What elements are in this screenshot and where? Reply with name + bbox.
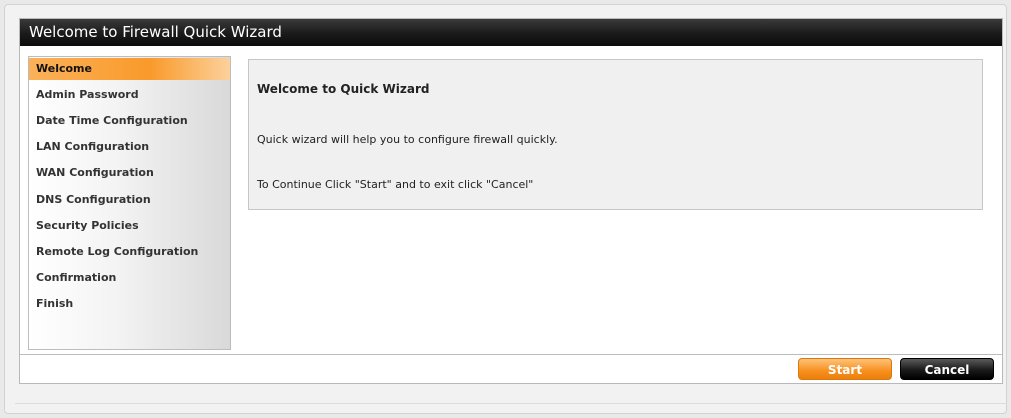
sidebar-item-remote-log-configuration[interactable]: Remote Log Configuration	[29, 241, 230, 263]
wizard-footer: Start Cancel	[20, 354, 1002, 383]
sidebar-item-date-time-configuration[interactable]: Date Time Configuration	[29, 110, 230, 132]
page-frame: Welcome to Firewall Quick Wizard Welcome…	[4, 4, 1007, 414]
sidebar-item-dns-configuration[interactable]: DNS Configuration	[29, 189, 230, 211]
sidebar-item-welcome[interactable]: Welcome	[29, 58, 230, 80]
wizard-title: Welcome to Firewall Quick Wizard	[20, 19, 1002, 46]
sidebar-item-finish[interactable]: Finish	[29, 293, 230, 315]
wizard-steps-sidebar: Welcome Admin Password Date Time Configu…	[28, 56, 231, 350]
panel-instructions: To Continue Click "Start" and to exit cl…	[257, 178, 534, 191]
start-button[interactable]: Start	[798, 358, 892, 380]
sidebar-item-confirmation[interactable]: Confirmation	[29, 267, 230, 289]
cancel-button[interactable]: Cancel	[900, 358, 994, 380]
panel-heading: Welcome to Quick Wizard	[257, 82, 430, 96]
divider	[15, 403, 1007, 404]
sidebar-item-wan-configuration[interactable]: WAN Configuration	[29, 162, 230, 184]
panel-description: Quick wizard will help you to configure …	[257, 133, 558, 146]
welcome-panel: Welcome to Quick Wizard Quick wizard wil…	[248, 59, 983, 210]
sidebar-item-admin-password[interactable]: Admin Password	[29, 84, 230, 106]
sidebar-item-security-policies[interactable]: Security Policies	[29, 215, 230, 237]
sidebar-item-lan-configuration[interactable]: LAN Configuration	[29, 136, 230, 158]
wizard-window: Welcome to Firewall Quick Wizard Welcome…	[19, 18, 1003, 384]
